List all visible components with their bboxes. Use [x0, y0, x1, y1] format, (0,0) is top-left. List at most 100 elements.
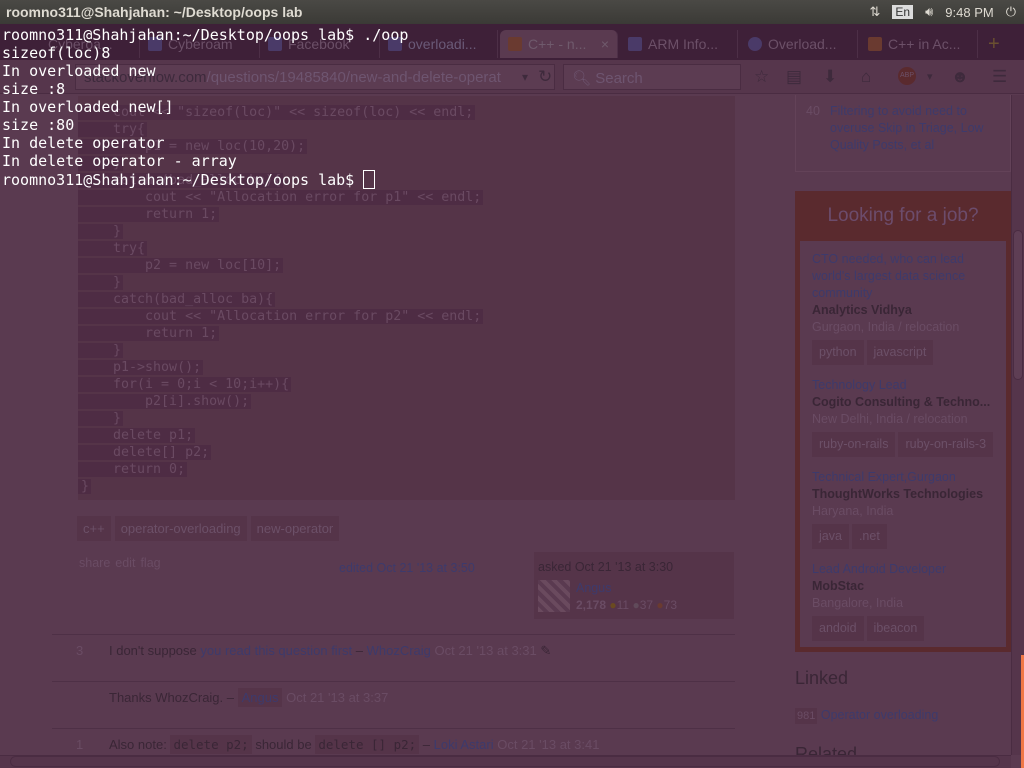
job-title[interactable]: Technology Lead [812, 377, 994, 394]
meta-post-item: 40 Filtering to avoid need to overuse Sk… [795, 95, 1011, 172]
code-text: p2 = new loc[10]; [78, 258, 284, 273]
user-avatar[interactable] [538, 580, 570, 612]
job-company: MobStac [812, 579, 865, 593]
code-line: p2[i].show(); [78, 393, 735, 410]
job-tag[interactable]: java [812, 524, 849, 549]
comment-user[interactable]: Angus [237, 688, 283, 707]
code-text: cout << "Allocation error for p1" << end… [78, 190, 484, 205]
comment-time[interactable]: Oct 21 '13 at 3:41 [497, 737, 599, 752]
code-line: return 0; [78, 461, 735, 478]
network-icon[interactable]: ⇅ [869, 4, 880, 20]
comment-text: I don't suppose [109, 643, 201, 658]
code-line: return 1; [78, 206, 735, 223]
tab-overload[interactable]: Overload... [740, 30, 858, 58]
job-tag[interactable]: javascript [866, 340, 934, 365]
code-line: delete p1; [78, 427, 735, 444]
comment-time[interactable]: Oct 21 '13 at 3:31 [435, 643, 537, 658]
job-company: Analytics Vidhya [812, 303, 912, 317]
job-title[interactable]: Technical Expert,Gurgaon [812, 469, 994, 486]
terminal-text: In overloaded new [2, 62, 156, 80]
dash: – [419, 737, 434, 752]
linked-count: 981 [795, 708, 818, 724]
terminal-line: size :80 [2, 116, 408, 134]
author-link[interactable]: Angus [576, 581, 611, 595]
job-company: Cogito Consulting & Techno... [812, 395, 991, 409]
owner-card: asked Oct 21 '13 at 3:30 Angus 2,178 ●11… [534, 552, 734, 619]
job-listing: Technology Lead Cogito Consulting & Techn… [800, 377, 1006, 457]
terminal-line: roomno311@Shahjahan:~/Desktop/oops lab$ … [2, 26, 408, 44]
code-text: delete[] p2; [78, 445, 212, 460]
code-line: cout << "Allocation error for p2" << end… [78, 308, 735, 325]
tab-arm-info[interactable]: ARM Info... [620, 30, 738, 58]
jobs-title: Looking for a job? [795, 191, 1011, 241]
menu-icon[interactable]: ☰ [992, 67, 1007, 87]
comment-user[interactable]: WhozCraig [367, 643, 431, 658]
tag-operator-overloading[interactable]: operator-overloading [114, 516, 247, 541]
terminal-output[interactable]: roomno311@Shahjahan:~/Desktop/oops lab$ … [2, 26, 408, 189]
linked-item[interactable]: 981 Operator overloading [795, 708, 938, 724]
tab-cpp-in-action[interactable]: C++ in Ac... [860, 30, 978, 58]
stackoverflow-icon [508, 37, 522, 51]
volume-icon[interactable]: 🔊︎ [925, 4, 933, 20]
chat-icon[interactable]: ☻ [951, 67, 969, 87]
comment-text: Thanks WhozCraig. – [109, 690, 238, 705]
meta-link[interactable]: Filtering to avoid need to overuse Skip … [830, 103, 1005, 154]
tag-new-operator[interactable]: new-operator [250, 516, 340, 541]
job-title[interactable]: Lead Android Developer [812, 561, 994, 578]
comment-link[interactable]: you read this question first [200, 643, 352, 658]
tab-label: C++ in Ac... [888, 36, 961, 52]
code-line: } [78, 410, 735, 427]
edited-time[interactable]: edited Oct 21 '13 at 3:50 [339, 561, 475, 575]
comment-text: should be [251, 737, 316, 752]
job-tag[interactable]: python [812, 340, 864, 365]
search-input[interactable]: 🔍︎ Search [563, 64, 741, 90]
job-tag[interactable]: ruby-on-rails [812, 432, 896, 457]
clock[interactable]: 9:48 PM [945, 5, 993, 20]
job-tags: java .net [812, 524, 994, 549]
job-tag[interactable]: andoid [812, 616, 864, 641]
inline-code: delete [] p2; [315, 735, 420, 754]
job-tag[interactable]: ibeacon [866, 616, 925, 641]
close-tab-icon[interactable]: × [601, 36, 617, 52]
url-dropdown-icon[interactable]: ▾ [522, 70, 528, 84]
code-line: } [78, 223, 735, 240]
vertical-scroll-thumb[interactable] [1013, 230, 1023, 380]
edit-pencil-icon[interactable]: ✎ [540, 643, 551, 658]
new-tab-button[interactable]: + [980, 30, 1010, 58]
job-location: Haryana, India [812, 504, 894, 518]
job-company: ThoughtWorks Technologies [812, 487, 984, 501]
terminal-text: sizeof(loc)8 [2, 44, 111, 62]
comment-score: 1 [76, 737, 84, 752]
job-tags: andoid ibeacon [812, 616, 994, 641]
edit-link[interactable]: edit [115, 556, 135, 570]
tag-cpp[interactable]: c++ [77, 516, 111, 541]
reading-list-icon[interactable]: ▤ [786, 67, 802, 87]
home-icon[interactable]: ⌂ [861, 67, 871, 87]
download-icon[interactable]: ⬇ [823, 67, 837, 87]
bookmark-star-icon[interactable]: ☆ [754, 67, 769, 87]
job-tags: ruby-on-rails ruby-on-rails-3 [812, 432, 994, 457]
keyboard-indicator[interactable]: En [892, 5, 914, 19]
tab-cpp-new-delete[interactable]: C++ - n... × [500, 30, 618, 58]
job-tag[interactable]: ruby-on-rails-3 [898, 432, 994, 457]
favicon-icon [748, 37, 762, 51]
terminal-text: roomno311@Shahjahan:~/Desktop/oops lab$ … [2, 26, 409, 44]
job-title[interactable]: CTO needed, who can lead world's largest… [812, 251, 994, 302]
comment-user[interactable]: Loki Astari [434, 737, 494, 752]
code-line: delete[] p2; [78, 444, 735, 461]
code-line: } [78, 478, 735, 495]
terminal-text: In delete operator [2, 134, 165, 152]
code-text: } [78, 275, 124, 290]
adblock-dropdown-icon[interactable]: ▾ [927, 70, 933, 83]
horizontal-scroll-thumb[interactable] [10, 756, 1000, 767]
job-tag[interactable]: .net [851, 524, 887, 549]
power-icon[interactable]: ⏻ [1006, 4, 1016, 20]
code-text: return 1; [78, 326, 220, 341]
adblock-icon[interactable]: ABP [898, 67, 916, 85]
linked-link[interactable]: Operator overloading [821, 708, 938, 722]
flag-link[interactable]: flag [140, 556, 160, 570]
share-link[interactable]: share [79, 556, 110, 570]
terminal-line: size :8 [2, 80, 408, 98]
comment-time[interactable]: Oct 21 '13 at 3:37 [286, 690, 388, 705]
reload-icon[interactable]: ↻ [538, 67, 552, 87]
